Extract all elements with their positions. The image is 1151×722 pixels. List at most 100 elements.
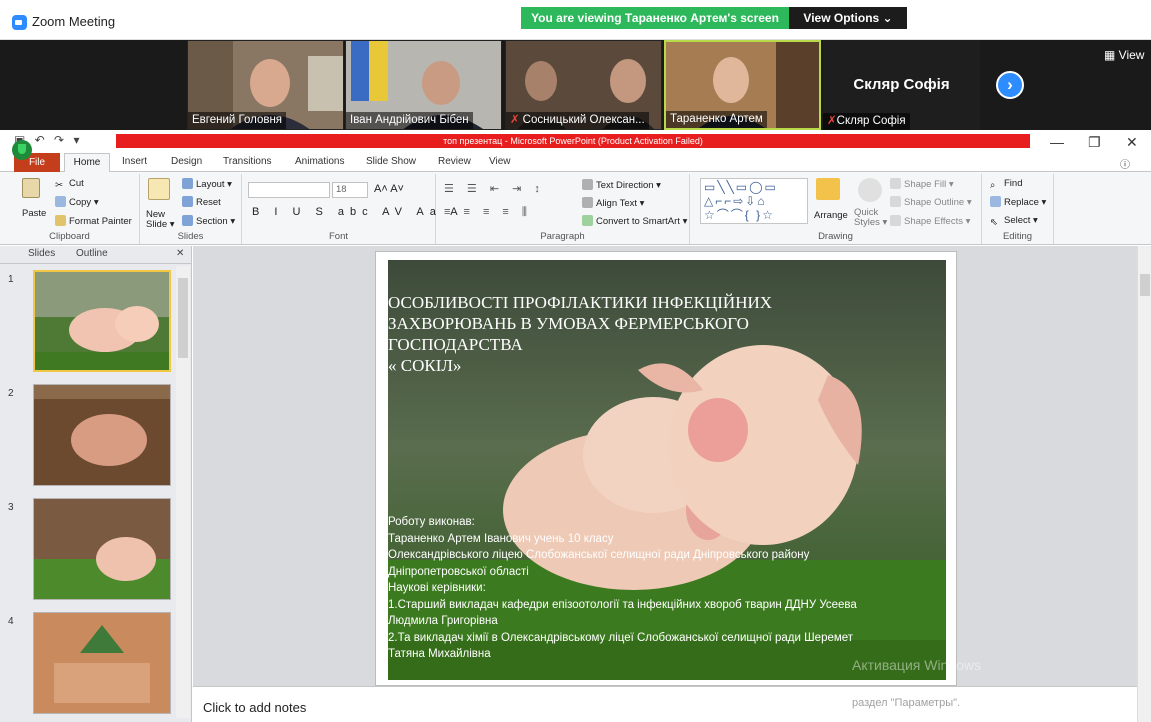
participant-tile[interactable]: ✗ Сосницький Олексан... — [505, 40, 662, 130]
zoom-titlebar: Zoom Meeting You are viewing Тараненко А… — [0, 0, 1151, 40]
slide-thumbnail[interactable] — [33, 498, 171, 600]
slide-number: 3 — [8, 502, 14, 513]
convert-smartart-button[interactable]: Convert to SmartArt ▾ — [582, 215, 687, 227]
cut-button[interactable]: ✂ Cut — [55, 178, 84, 191]
text-direction-button[interactable]: Text Direction ▾ — [582, 179, 661, 191]
tab-review[interactable]: Review — [438, 156, 471, 167]
paste-button[interactable] — [22, 178, 43, 198]
close-pane-icon[interactable]: ✕ — [176, 248, 184, 259]
shape-effects-button[interactable]: Shape Effects ▾ — [890, 215, 970, 227]
paragraph-group: ☰ ☰ ⇤ ⇥ ↕ ≡ ≡ ≡ ≡ ⫼ Text Direction ▾ Ali… — [436, 174, 690, 244]
new-slide-icon — [148, 178, 170, 200]
layout-button[interactable]: Layout ▾ — [182, 178, 232, 190]
pane-tabs: Slides Outline ✕ — [0, 246, 192, 264]
participant-tile-no-video[interactable]: Скляр Софія ✗Скляр Софія — [823, 40, 980, 130]
next-page-arrow-icon[interactable]: › — [996, 71, 1024, 99]
copy-button[interactable]: Copy ▾ — [55, 196, 99, 208]
slide-title[interactable]: ОСОБЛИВОСТІ ПРОФІЛАКТИКИ ІНФЕКЦІЙНИХ ЗАХ… — [388, 292, 848, 376]
view-layout-button[interactable]: ▦ View — [1104, 48, 1144, 62]
mic-muted-icon: ✗ — [827, 115, 837, 127]
grow-font-icon[interactable]: A˄ A˅ — [374, 183, 404, 195]
body-line: Роботу виконав: — [388, 516, 475, 528]
participant-tile-active-speaker[interactable]: Тараненко Артем — [664, 40, 821, 130]
arrange-button[interactable]: Arrange — [814, 210, 848, 221]
align-buttons[interactable]: ≡ ≡ ≡ ≡ ⫼ — [444, 206, 532, 219]
slides-group: New Slide ▾ Layout ▾ Reset Section ▾ Sli… — [140, 174, 242, 244]
help-icon[interactable]: ⓘ — [1120, 156, 1130, 171]
body-line: 1.Старший викладач кафедри епізоотології… — [388, 598, 857, 611]
slide-body-text[interactable]: Роботу виконав: Тараненко Артем Іванович… — [388, 514, 933, 663]
security-shield-icon — [12, 140, 32, 160]
tab-slides[interactable]: Slides — [28, 248, 55, 259]
slide-thumbnail[interactable] — [33, 270, 171, 372]
activation-watermark: Активация Windows — [852, 657, 982, 673]
zoom-logo-icon — [12, 15, 27, 30]
group-label: Slides — [177, 231, 204, 242]
group-label: Clipboard — [49, 231, 90, 242]
drawing-group: ▭╲╲▭◯▭ △⌐⌐⇨⇩⌂ ☆⌒⌒{ }☆ Arrange Quick Styles… — [690, 174, 982, 244]
thumbnail-image — [35, 272, 169, 370]
slide-number: 1 — [8, 274, 14, 285]
clipboard-group: Paste ✂ Cut Copy ▾ Format Painter Clipboa… — [0, 174, 140, 244]
body-line: 2.Та викладач хімії в Олександрівському … — [388, 631, 854, 644]
tab-insert[interactable]: Insert — [122, 156, 147, 167]
cursor-icon: ⇖ — [990, 217, 998, 228]
title-line: ГОСПОДАРСТВА — [388, 335, 523, 354]
find-button[interactable]: ⌕ Find — [990, 178, 1022, 191]
pane-scrollbar[interactable] — [176, 266, 190, 718]
shape-fill-button[interactable]: Shape Fill ▾ — [890, 178, 954, 190]
paste-icon — [22, 178, 40, 198]
body-line: Наукові керівники: — [388, 582, 486, 594]
shapes-gallery[interactable]: ▭╲╲▭◯▭ △⌐⌐⇨⇩⌂ ☆⌒⌒{ }☆ — [700, 178, 808, 224]
tab-transitions[interactable]: Transitions — [223, 156, 272, 167]
tab-animations[interactable]: Animations — [295, 156, 344, 167]
scroll-thumb[interactable] — [1140, 274, 1150, 296]
editor-scrollbar[interactable] — [1137, 246, 1151, 722]
participant-name: Евгений Головня — [188, 112, 287, 129]
current-slide[interactable]: ОСОБЛИВОСТІ ПРОФІЛАКТИКИ ІНФЕКЦІЙНИХ ЗАХ… — [375, 251, 957, 686]
format-painter-button[interactable]: Format Painter — [55, 215, 132, 227]
new-slide-button[interactable] — [148, 178, 173, 200]
font-name-combo[interactable] — [248, 182, 330, 198]
layout-icon — [182, 178, 193, 189]
select-button[interactable]: ⇖ Select ▾ — [990, 215, 1038, 228]
view-options-button[interactable]: View Options ⌄ — [789, 7, 907, 29]
reset-button[interactable]: Reset — [182, 196, 221, 208]
participant-name: Іван Андрійович Бібен — [346, 112, 473, 129]
notes-pane[interactable]: Click to add notes — [193, 686, 1137, 722]
slide-thumbnail[interactable] — [33, 612, 171, 714]
font-size-combo[interactable]: 18 — [332, 182, 368, 198]
participant-tile[interactable]: Евгений Головня — [187, 40, 344, 130]
section-button[interactable]: Section ▾ — [182, 215, 235, 227]
pen-icon — [890, 196, 901, 207]
title-line: ЗАХВОРЮВАНЬ В УМОВАХ ФЕРМЕРСЬКОГО — [388, 314, 749, 333]
shape-outline-button[interactable]: Shape Outline ▾ — [890, 196, 972, 208]
font-format-buttons[interactable]: B I U S abc AV Aa A — [252, 206, 464, 218]
paste-label: Paste — [22, 208, 47, 219]
align-text-icon — [582, 197, 593, 208]
participant-name: ✗ Сосницький Олексан... — [506, 112, 649, 129]
effects-icon — [890, 215, 901, 226]
scroll-thumb[interactable] — [178, 278, 188, 358]
participant-tile[interactable]: Іван Андрійович Бібен — [345, 40, 502, 130]
minimize-icon[interactable]: — — [1050, 134, 1064, 150]
font-group: 18 A˄ A˅ B I U S abc AV Aa A Font — [242, 174, 458, 244]
tab-slide-show[interactable]: Slide Show — [366, 156, 416, 167]
restore-icon[interactable]: ❐ — [1088, 134, 1101, 151]
ppt-titlebar: ▣ ↶ ↷ ▾ топ презентац - Microsoft PowerP… — [0, 130, 1151, 152]
align-text-button[interactable]: Align Text ▾ — [582, 197, 644, 209]
tab-outline[interactable]: Outline — [76, 248, 108, 259]
group-label: Paragraph — [540, 231, 585, 242]
thumbnail-image — [34, 385, 170, 485]
slide-thumbnail[interactable] — [33, 384, 171, 486]
mic-muted-icon: ✗ — [510, 114, 520, 126]
tab-design[interactable]: Design — [171, 156, 202, 167]
replace-button[interactable]: Replace ▾ — [990, 196, 1046, 208]
close-icon[interactable]: ✕ — [1126, 134, 1138, 151]
tab-home[interactable]: Home — [64, 153, 110, 173]
tab-view[interactable]: View — [489, 156, 511, 167]
new-slide-label: New Slide ▾ — [146, 209, 175, 230]
quick-styles-button[interactable]: Quick Styles ▾ — [854, 208, 888, 228]
brush-icon — [55, 215, 66, 226]
list-buttons[interactable]: ☰ ☰ ⇤ ⇥ ↕ — [444, 182, 545, 195]
